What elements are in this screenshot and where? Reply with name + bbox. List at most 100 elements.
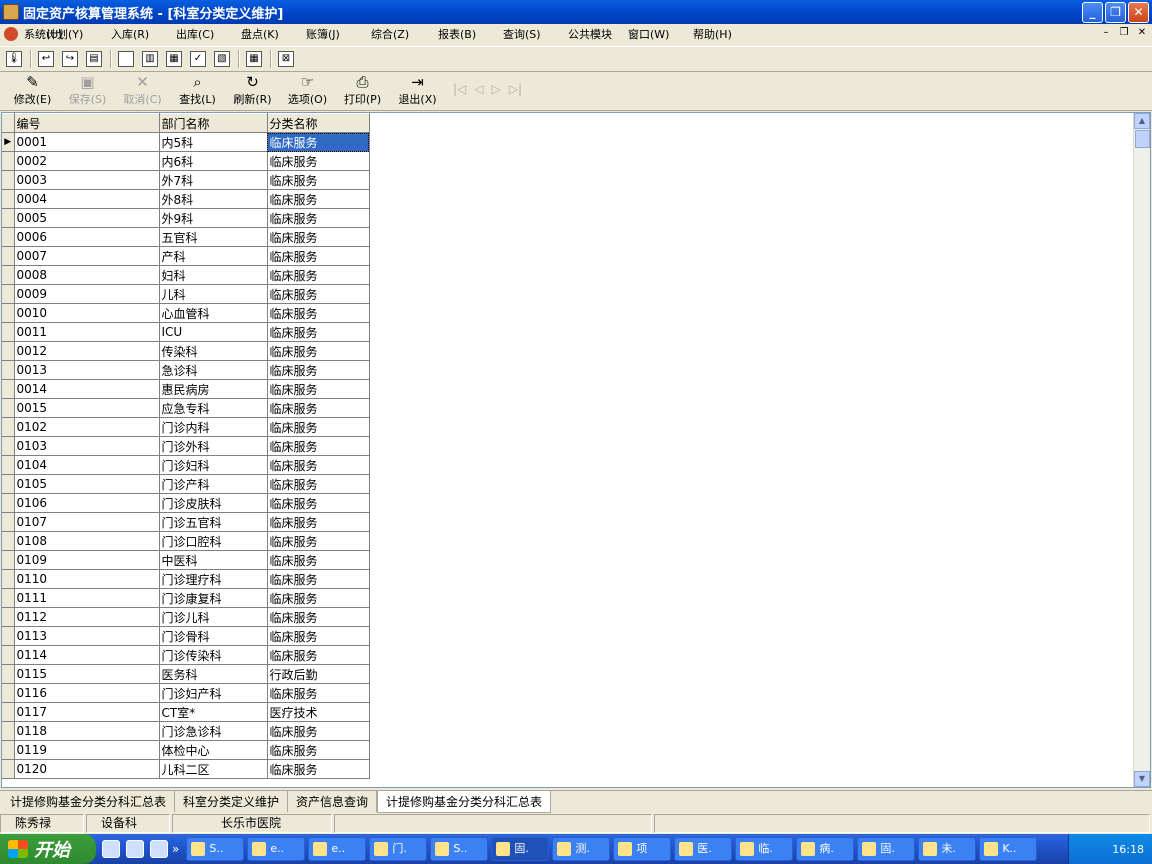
table-row[interactable]: 0114 门诊传染科 临床服务: [2, 645, 370, 665]
toolbar-button-0[interactable]: ✎ 修改(E): [5, 74, 60, 110]
table-cell[interactable]: 0118: [14, 721, 160, 741]
next-record-icon[interactable]: ▷: [492, 82, 501, 96]
table-row[interactable]: 0112 门诊儿科 临床服务: [2, 607, 370, 627]
grid-icon[interactable]: ▦: [246, 51, 262, 67]
table-cell[interactable]: 临床服务: [267, 436, 370, 456]
taskbar-task[interactable]: 固.: [857, 837, 916, 861]
taskbar-task[interactable]: 未.: [918, 837, 977, 861]
menu-item[interactable]: 盘点(K): [241, 26, 306, 42]
table-cell[interactable]: 0109: [14, 550, 160, 570]
toolbar-button-2[interactable]: ✕ 取消(C): [115, 74, 170, 110]
table-cell[interactable]: 0103: [14, 436, 160, 456]
cross-box-icon[interactable]: ⊠: [278, 51, 294, 67]
table-cell[interactable]: 0003: [14, 170, 160, 190]
table-row[interactable]: 0119 体检中心 临床服务: [2, 740, 370, 760]
start-button[interactable]: 开始: [0, 834, 96, 864]
table-row[interactable]: 0120 儿科二区 临床服务: [2, 759, 370, 779]
taskbar-task[interactable]: e..: [247, 837, 306, 861]
table-row[interactable]: ▶ 0001 内5科 临床服务: [2, 132, 370, 152]
table-cell[interactable]: 0009: [14, 284, 160, 304]
column-header[interactable]: 分类名称: [267, 113, 370, 133]
table-row[interactable]: 0118 门诊急诊科 临床服务: [2, 721, 370, 741]
menu-item[interactable]: 系统(U): [24, 26, 63, 42]
chevron-right-icon[interactable]: »: [172, 842, 179, 856]
row-indicator[interactable]: [2, 341, 15, 361]
column-header[interactable]: 部门名称: [159, 113, 268, 133]
new-document-icon[interactable]: [118, 51, 134, 67]
table-cell[interactable]: 临床服务: [267, 398, 370, 418]
row-indicator[interactable]: [2, 322, 15, 342]
table-cell[interactable]: 外7科: [159, 170, 268, 190]
row-indicator[interactable]: [2, 417, 15, 437]
table-cell[interactable]: 临床服务: [267, 265, 370, 285]
table-cell[interactable]: 0106: [14, 493, 160, 513]
import-icon[interactable]: ↩: [38, 51, 54, 67]
table-cell[interactable]: 临床服务: [267, 170, 370, 190]
table-cell[interactable]: 门诊康复科: [159, 588, 268, 608]
row-indicator[interactable]: [2, 474, 15, 494]
copy-document-icon[interactable]: ▥: [142, 51, 158, 67]
table-row[interactable]: 0102 门诊内科 临床服务: [2, 417, 370, 437]
menu-item[interactable]: 帮助(H): [693, 26, 753, 42]
table-cell[interactable]: 临床服务: [267, 132, 370, 152]
table-row[interactable]: 0011 ICU 临床服务: [2, 322, 370, 342]
row-indicator[interactable]: [2, 702, 15, 722]
table-cell[interactable]: 门诊皮肤科: [159, 493, 268, 513]
row-indicator[interactable]: [2, 265, 15, 285]
menu-item[interactable]: 账簿(J): [306, 26, 371, 42]
table-cell[interactable]: 体检中心: [159, 740, 268, 760]
row-indicator[interactable]: [2, 170, 15, 190]
table-row[interactable]: 0006 五官科 临床服务: [2, 227, 370, 247]
tab-window[interactable]: 计提修购基金分类分科汇总表: [377, 790, 552, 813]
prev-record-icon[interactable]: ◁: [474, 82, 483, 96]
table-cell[interactable]: 妇科: [159, 265, 268, 285]
taskbar-task[interactable]: 项: [613, 837, 672, 861]
table-row[interactable]: 0117 CT室* 医疗技术: [2, 702, 370, 722]
table-row[interactable]: 0103 门诊外科 临床服务: [2, 436, 370, 456]
table-row[interactable]: 0113 门诊骨科 临床服务: [2, 626, 370, 646]
table-cell[interactable]: 临床服务: [267, 455, 370, 475]
table-cell[interactable]: 临床服务: [267, 474, 370, 494]
menu-item[interactable]: 出库(C): [176, 26, 241, 42]
row-indicator[interactable]: [2, 436, 15, 456]
menu-item[interactable]: 报表(B): [438, 26, 503, 42]
table-cell[interactable]: 临床服务: [267, 607, 370, 627]
taskbar-task[interactable]: 医.: [674, 837, 733, 861]
toolbar-button-4[interactable]: ↻ 刷新(R): [225, 74, 280, 110]
table-cell[interactable]: 临床服务: [267, 569, 370, 589]
table-cell[interactable]: 医务科: [159, 664, 268, 684]
table-row[interactable]: 0005 外9科 临床服务: [2, 208, 370, 228]
row-indicator[interactable]: [2, 455, 15, 475]
table-row[interactable]: 0002 内6科 临床服务: [2, 151, 370, 171]
row-indicator[interactable]: [2, 683, 15, 703]
table-cell[interactable]: 内6科: [159, 151, 268, 171]
taskbar-task[interactable]: 门.: [369, 837, 428, 861]
quicklaunch-icon[interactable]: [126, 840, 144, 858]
data-grid[interactable]: 编号 部门名称 分类名称 ▶ 0001 内5科 临床服务 0002 内6科 临床服务 0003 外7…: [1, 112, 1151, 788]
minimize-button[interactable]: _: [1082, 2, 1103, 23]
table-cell[interactable]: 临床服务: [267, 284, 370, 304]
taskbar-task[interactable]: 病.: [796, 837, 855, 861]
scroll-down-icon[interactable]: ▼: [1134, 771, 1150, 787]
table-cell[interactable]: 临床服务: [267, 189, 370, 209]
table-cell[interactable]: 0014: [14, 379, 160, 399]
mdi-restore-icon[interactable]: ❐: [1116, 26, 1132, 40]
table-cell[interactable]: 门诊骨科: [159, 626, 268, 646]
table-cell[interactable]: 传染科: [159, 341, 268, 361]
close-button[interactable]: ✕: [1128, 2, 1149, 23]
table-cell[interactable]: 临床服务: [267, 379, 370, 399]
row-indicator[interactable]: ▶: [2, 132, 15, 152]
table-row[interactable]: 0111 门诊康复科 临床服务: [2, 588, 370, 608]
table-row[interactable]: 0106 门诊皮肤科 临床服务: [2, 493, 370, 513]
table-cell[interactable]: 行政后勤: [267, 664, 370, 684]
table-cell[interactable]: 临床服务: [267, 721, 370, 741]
table-cell[interactable]: 临床服务: [267, 208, 370, 228]
table-cell[interactable]: 临床服务: [267, 512, 370, 532]
books-icon[interactable]: ▧: [214, 51, 230, 67]
table-cell[interactable]: 0114: [14, 645, 160, 665]
table-cell[interactable]: 0008: [14, 265, 160, 285]
row-indicator[interactable]: [2, 569, 15, 589]
table-row[interactable]: 0013 急诊科 临床服务: [2, 360, 370, 380]
toolbar-button-6[interactable]: ⎙ 打印(P): [335, 74, 390, 110]
table-cell[interactable]: 临床服务: [267, 493, 370, 513]
